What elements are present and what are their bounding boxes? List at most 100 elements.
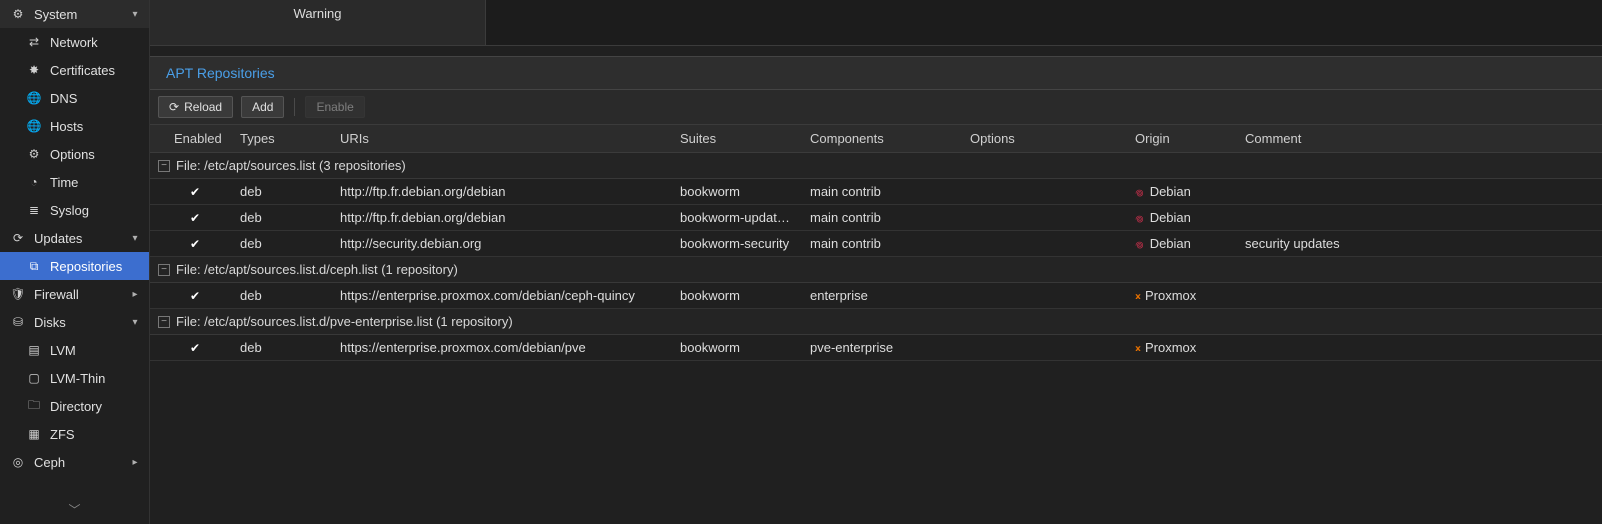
cell-enabled: ✔ (150, 185, 240, 199)
status-warning-tab[interactable]: Warning (150, 0, 486, 46)
table-row[interactable]: ✔debhttp://ftp.fr.debian.org/debianbookw… (150, 205, 1602, 231)
status-bar: Warning (150, 0, 1602, 46)
chevron-icon[interactable]: ▾ (127, 317, 143, 328)
group-collapse-icon[interactable]: − (158, 160, 170, 172)
group-collapse-icon[interactable]: − (158, 316, 170, 328)
sidebar-item-updates[interactable]: ⟳ Updates▾ (0, 224, 149, 252)
system-icon: ⚙ (10, 7, 26, 21)
cell-types: deb (240, 184, 340, 199)
sidebar-item-disks[interactable]: ⛁Disks▾ (0, 308, 149, 336)
proxmox-icon: ›‹ (1135, 289, 1139, 303)
cell-uris: https://enterprise.proxmox.com/debian/pv… (340, 340, 680, 355)
sidebar-item-certificates[interactable]: ✸ Certificates (0, 56, 149, 84)
add-button[interactable]: Add (241, 96, 284, 118)
sidebar-item-label: Updates (34, 231, 127, 246)
cell-components: main contrib (810, 210, 970, 225)
sidebar-item-label: Syslog (50, 203, 149, 218)
chevron-icon[interactable]: ▸ (127, 457, 143, 468)
cell-types: deb (240, 236, 340, 251)
enabled-check-icon: ✔ (190, 185, 200, 199)
chevron-icon[interactable]: ▾ (127, 233, 143, 244)
table-header-row: Enabled Types URIs Suites Components Opt… (150, 125, 1602, 153)
table-row[interactable]: ✔debhttp://security.debian.orgbookworm-s… (150, 231, 1602, 257)
cell-enabled: ✔ (150, 211, 240, 225)
sidebar-item-label: Time (50, 175, 149, 190)
debian-icon: 𖦹 (1135, 209, 1144, 227)
th-uris[interactable]: URIs (340, 131, 680, 146)
cell-uris: http://ftp.fr.debian.org/debian (340, 184, 680, 199)
th-suites[interactable]: Suites (680, 131, 810, 146)
sidebar-item-directory[interactable]: 🗀Directory (0, 392, 149, 420)
cell-uris: http://security.debian.org (340, 236, 680, 251)
sidebar-item-ceph[interactable]: ◎Ceph▸ (0, 448, 149, 476)
chevron-icon[interactable]: ▸ (127, 289, 143, 300)
cell-origin: 𖦹Debian (1135, 183, 1245, 201)
origin-label: Debian (1150, 210, 1191, 225)
status-warning-label: Warning (294, 6, 342, 21)
sidebar-item-network[interactable]: ⇄Network (0, 28, 149, 56)
sidebar-item-label: Directory (50, 399, 149, 414)
toolbar: ⟳ Reload Add Enable (150, 90, 1602, 125)
cell-origin: ›‹Proxmox (1135, 340, 1245, 355)
sidebar-item-system[interactable]: ⚙System▾ (0, 0, 149, 28)
updates-icon: ⟳ (10, 231, 26, 245)
group-collapse-icon[interactable]: − (158, 264, 170, 276)
th-options[interactable]: Options (970, 131, 1135, 146)
sidebar-item-zfs[interactable]: ▦ZFS (0, 420, 149, 448)
sidebar-item-label: Options (50, 147, 149, 162)
reload-button[interactable]: ⟳ Reload (158, 96, 233, 118)
sidebar-item-label: Repositories (50, 259, 149, 274)
table-row[interactable]: ✔ debhttp://ftp.fr.debian.org/debianbookw… (150, 179, 1602, 205)
repo-table: Enabled Types URIs Suites Components Opt… (150, 125, 1602, 361)
sidebar-item-firewall[interactable]: 🛡 Firewall▸ (0, 280, 149, 308)
reload-label: Reload (184, 100, 222, 114)
status-empty (486, 0, 1602, 46)
table-group-header[interactable]: −File: /etc/apt/sources.list.d/ceph.list… (150, 257, 1602, 283)
sidebar-item-repositories[interactable]: ⧉ Repositories (0, 252, 149, 280)
sidebar-item-label: LVM (50, 343, 149, 358)
cell-uris: https://enterprise.proxmox.com/debian/ce… (340, 288, 680, 303)
sidebar-item-label: Certificates (50, 63, 149, 78)
group-label: File: /etc/apt/sources.list.d/ceph.list … (176, 262, 458, 277)
sidebar-item-time[interactable]: ◔Time (0, 168, 149, 196)
sidebar-item-label: Ceph (34, 455, 127, 470)
th-origin[interactable]: Origin (1135, 131, 1245, 146)
table-row[interactable]: ✔debhttps://enterprise.proxmox.com/debia… (150, 283, 1602, 309)
group-label: File: /etc/apt/sources.list (3 repositor… (176, 158, 406, 173)
cell-components: pve-enterprise (810, 340, 970, 355)
th-components[interactable]: Components (810, 131, 970, 146)
repositories-icon: ⧉ (26, 259, 42, 274)
enabled-check-icon: ✔ (190, 341, 200, 355)
sidebar-item-label: Hosts (50, 119, 149, 134)
cell-suites: bookworm (680, 184, 810, 199)
sidebar-item-syslog[interactable]: ≣Syslog (0, 196, 149, 224)
sidebar-item-label: Firewall (34, 287, 127, 302)
cell-suites: bookworm-updat… (680, 210, 810, 225)
th-types[interactable]: Types (240, 131, 340, 146)
th-enabled[interactable]: Enabled (150, 131, 240, 146)
sidebar-item-dns[interactable]: 🌐DNS (0, 84, 149, 112)
cell-origin: 𖦹Debian (1135, 235, 1245, 253)
panel-header: APT Repositories (150, 56, 1602, 90)
origin-label: Debian (1150, 236, 1191, 251)
table-row[interactable]: ✔ debhttps://enterprise.proxmox.com/debia… (150, 335, 1602, 361)
add-label: Add (252, 100, 273, 114)
firewall-icon: 🛡 (10, 287, 26, 301)
options-icon: ⚙ (26, 147, 42, 161)
table-group-header[interactable]: −File: /etc/apt/sources.list (3 reposito… (150, 153, 1602, 179)
sidebar-item-hosts[interactable]: 🌐Hosts (0, 112, 149, 140)
cell-components: enterprise (810, 288, 970, 303)
sidebar-item-lvm[interactable]: ▤LVM (0, 336, 149, 364)
toolbar-separator (294, 98, 295, 116)
table-group-header[interactable]: −File: /etc/apt/sources.list.d/pve-enter… (150, 309, 1602, 335)
certificates-icon: ✸ (26, 63, 42, 77)
network-icon: ⇄ (26, 35, 42, 49)
sidebar-item-options[interactable]: ⚙ Options (0, 140, 149, 168)
th-comment[interactable]: Comment (1245, 131, 1602, 146)
chevron-icon[interactable]: ▾ (127, 9, 143, 20)
sidebar-collapse-icon[interactable]: ﹀ (0, 501, 149, 518)
cell-types: deb (240, 210, 340, 225)
cell-types: deb (240, 340, 340, 355)
sidebar-item-lvm-thin[interactable]: ▢LVM-Thin (0, 364, 149, 392)
debian-icon: 𖦹 (1135, 183, 1144, 201)
